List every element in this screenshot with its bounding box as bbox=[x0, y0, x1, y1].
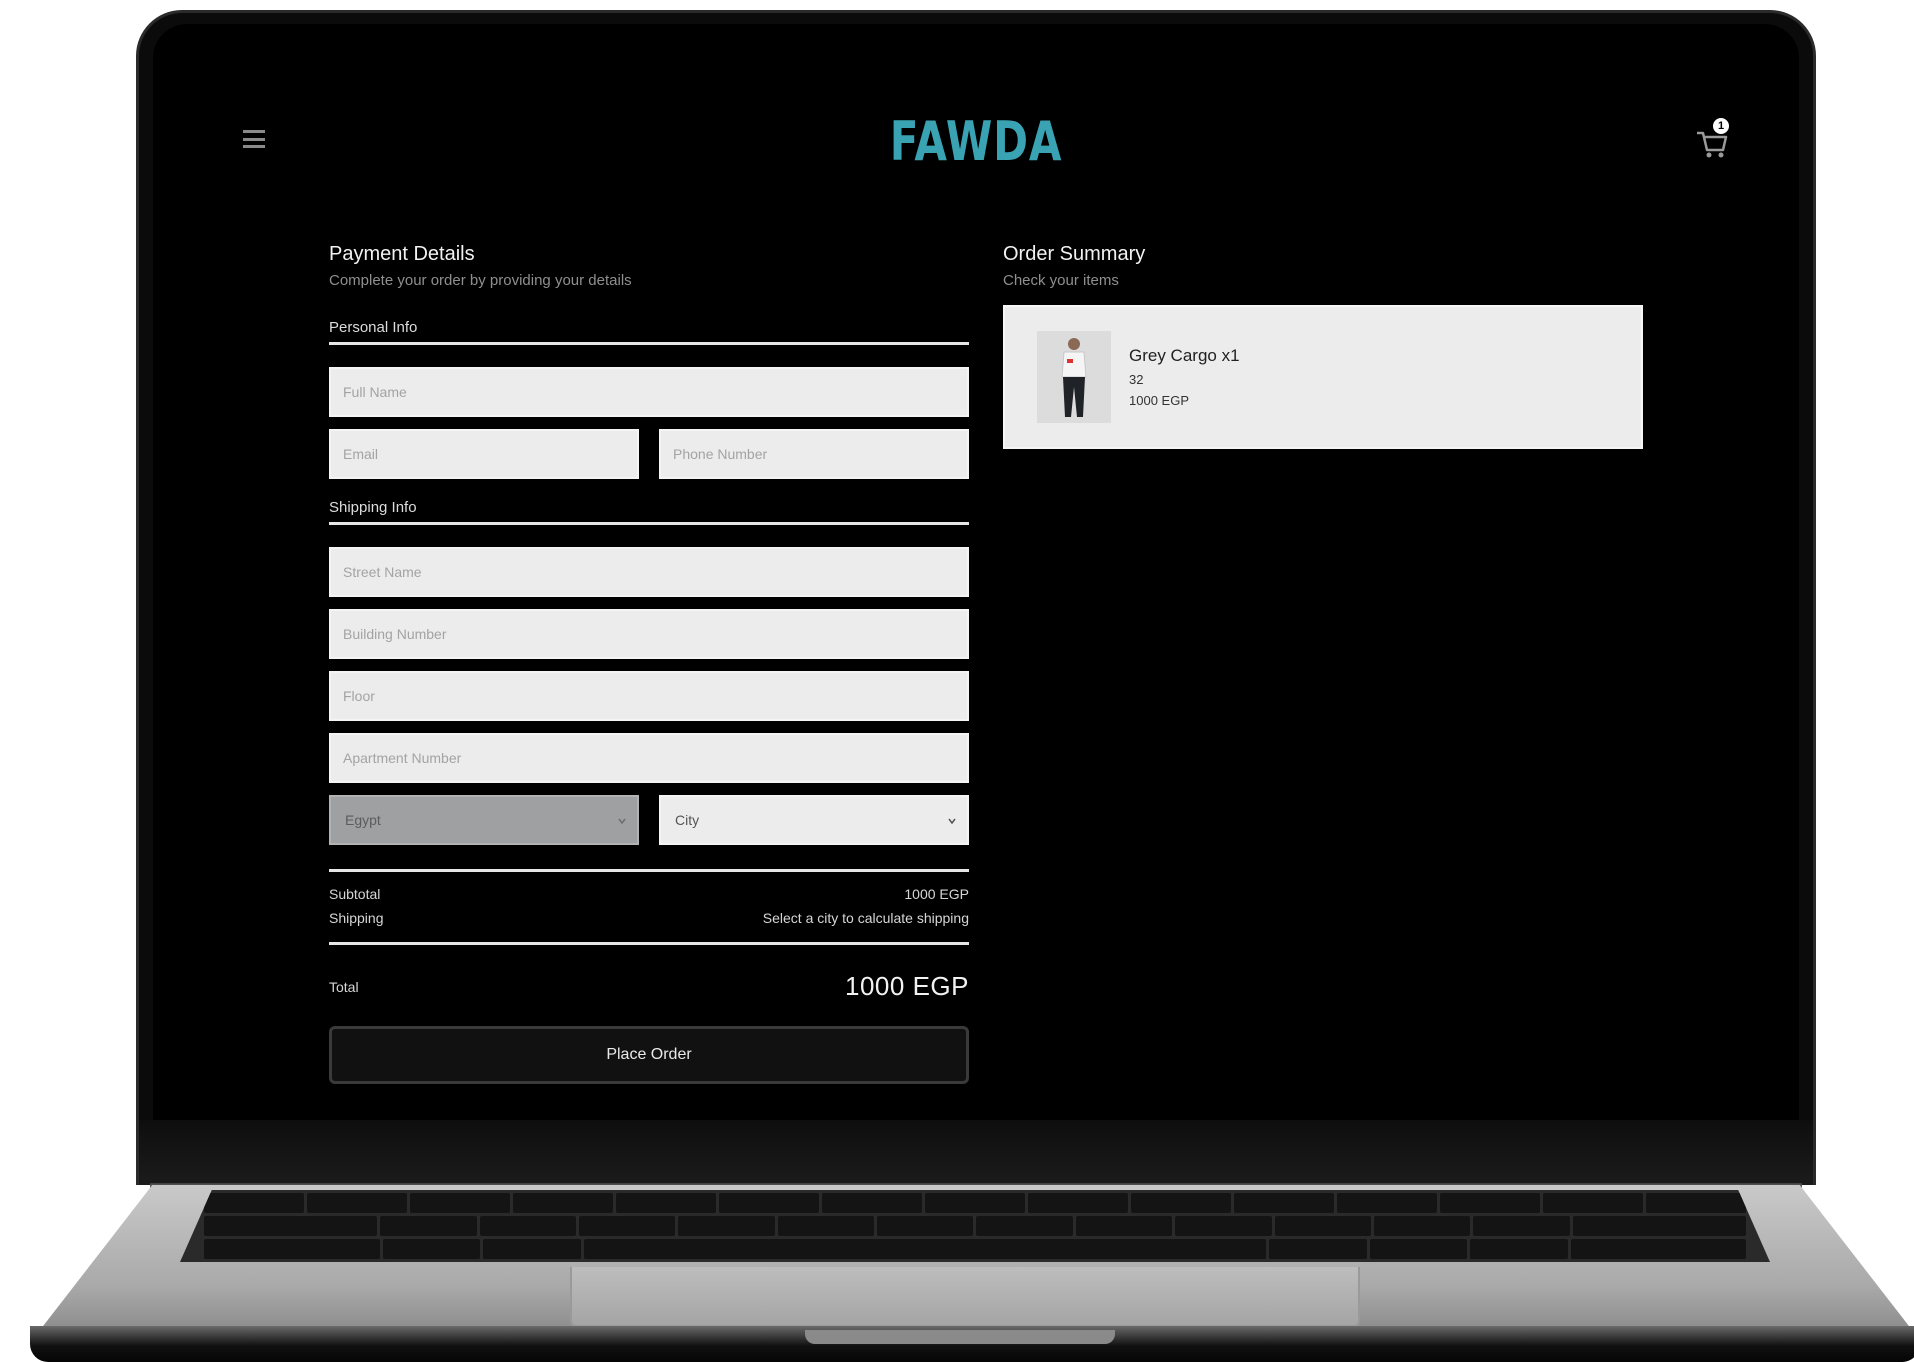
summary-subtitle: Check your items bbox=[1003, 272, 1119, 289]
city-select-value: City bbox=[675, 812, 700, 828]
street-input[interactable] bbox=[329, 547, 969, 597]
personal-info-heading: Personal Info bbox=[329, 319, 969, 345]
floor-input[interactable] bbox=[329, 671, 969, 721]
shipping-label: Shipping bbox=[329, 910, 384, 926]
payment-title: Payment Details bbox=[329, 243, 475, 265]
email-input[interactable] bbox=[329, 429, 639, 479]
shipping-row: Shipping Select a city to calculate ship… bbox=[329, 910, 969, 926]
shipping-info-heading: Shipping Info bbox=[329, 499, 969, 525]
shipping-value: Select a city to calculate shipping bbox=[762, 910, 969, 926]
item-price: 1000 EGP bbox=[1129, 393, 1189, 408]
summary-title: Order Summary bbox=[1003, 243, 1146, 265]
laptop-trackpad bbox=[570, 1267, 1360, 1327]
laptop-screen: FAWDA 1 Payment Details Complete your or… bbox=[153, 24, 1799, 1120]
subtotal-row: Subtotal 1000 EGP bbox=[329, 886, 969, 902]
place-order-button[interactable]: Place Order bbox=[329, 1026, 969, 1084]
subtotal-value: 1000 EGP bbox=[904, 886, 969, 902]
chevron-down-icon bbox=[948, 818, 956, 825]
item-details: Grey Cargo x1 32 1000 EGP bbox=[1129, 346, 1240, 408]
country-select-value: Egypt bbox=[345, 812, 381, 828]
item-size: 32 bbox=[1129, 372, 1144, 387]
payment-subtitle: Complete your order by providing your de… bbox=[329, 272, 632, 289]
apartment-input[interactable] bbox=[329, 733, 969, 783]
laptop-lip bbox=[805, 1330, 1115, 1344]
order-totals: Subtotal 1000 EGP Shipping Select a city… bbox=[329, 869, 969, 1002]
hamburger-icon[interactable] bbox=[243, 130, 265, 148]
payment-details: Payment Details Complete your order by p… bbox=[329, 242, 969, 1084]
chevron-down-icon bbox=[618, 818, 626, 825]
laptop-keyboard bbox=[180, 1190, 1770, 1262]
order-summary: Order Summary Check your items Grey Carg… bbox=[1003, 242, 1643, 449]
cart-count-badge: 1 bbox=[1713, 118, 1729, 134]
phone-input[interactable] bbox=[659, 429, 969, 479]
order-item-card[interactable]: Grey Cargo x1 32 1000 EGP bbox=[1003, 305, 1643, 449]
country-select[interactable]: Egypt bbox=[329, 795, 639, 845]
total-label: Total bbox=[329, 978, 359, 995]
divider bbox=[329, 942, 969, 945]
city-select[interactable]: City bbox=[659, 795, 969, 845]
divider bbox=[329, 869, 969, 872]
building-input[interactable] bbox=[329, 609, 969, 659]
total-row: Total 1000 EGP bbox=[329, 971, 969, 1002]
laptop-bezel bbox=[139, 1120, 1813, 1185]
item-name: Grey Cargo x1 bbox=[1129, 346, 1240, 365]
subtotal-label: Subtotal bbox=[329, 886, 381, 902]
product-photo-icon bbox=[1037, 331, 1111, 423]
brand-logo[interactable]: FAWDA bbox=[334, 110, 1618, 173]
full-name-input[interactable] bbox=[329, 367, 969, 417]
total-value: 1000 EGP bbox=[845, 971, 969, 1001]
